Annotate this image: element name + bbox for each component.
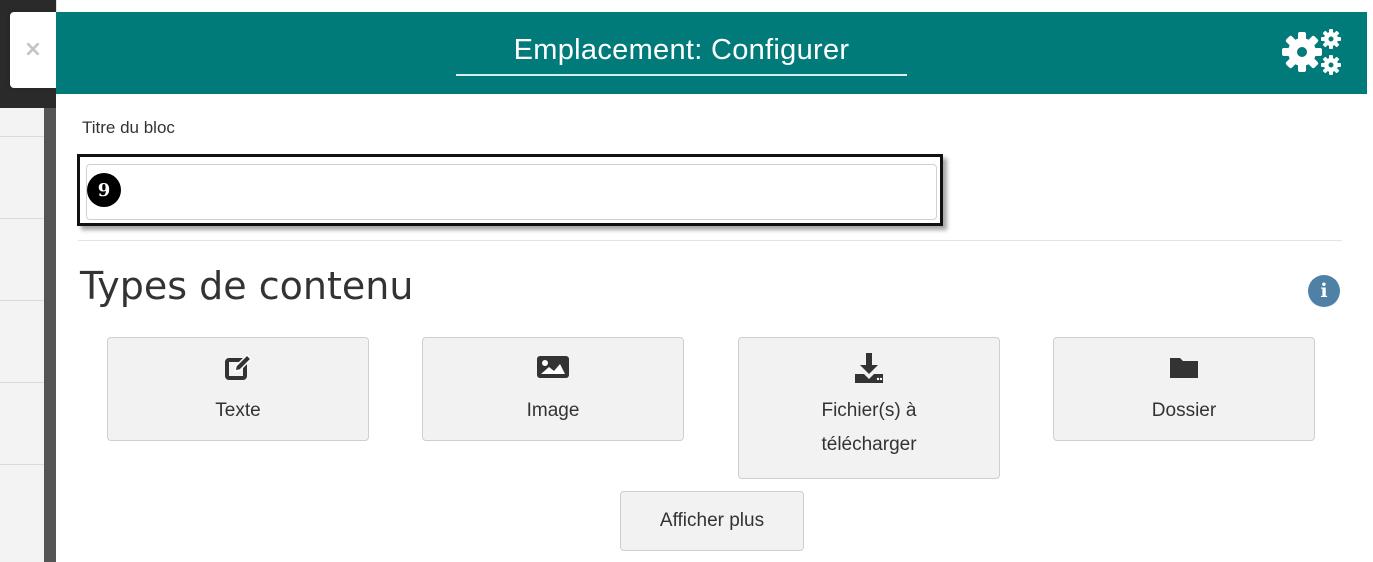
edit-icon: [225, 353, 253, 380]
info-icon[interactable]: i: [1308, 275, 1340, 307]
gears-icon[interactable]: [1282, 27, 1344, 77]
show-more-button[interactable]: Afficher plus: [620, 491, 804, 551]
background-divider: [0, 300, 44, 301]
section-divider: [78, 240, 1342, 241]
background-rail: [44, 108, 56, 562]
input-highlight-frame: 9: [77, 154, 943, 226]
title-underline: [456, 74, 907, 76]
tile-label: Dossier: [1151, 400, 1217, 421]
tile-label: Texte: [215, 400, 261, 421]
block-title-input[interactable]: [86, 164, 937, 220]
background-divider: [0, 382, 44, 383]
tile-label: Fichier(s) à télécharger: [821, 400, 917, 455]
content-type-folder-button[interactable]: Dossier: [1053, 337, 1315, 441]
modal-title: Emplacement: Configurer: [513, 34, 850, 66]
step-badge: 9: [87, 173, 121, 207]
folder-icon: [1170, 358, 1198, 378]
background-divider: [0, 136, 44, 137]
background-divider: [0, 218, 44, 219]
image-icon: [537, 356, 569, 378]
content-type-image-button[interactable]: Image: [422, 337, 684, 441]
close-icon: ×: [23, 37, 43, 62]
content-types-heading: Types de contenu: [80, 264, 414, 308]
download-icon: [855, 353, 883, 383]
block-title-label: Titre du bloc: [82, 118, 175, 137]
content-type-texte-button[interactable]: Texte: [107, 337, 369, 441]
modal-body: Titre du bloc 9 Types de contenu i Texte…: [56, 94, 1367, 562]
close-button[interactable]: ×: [10, 12, 56, 88]
background-divider: [0, 464, 44, 465]
tile-label: Image: [526, 400, 580, 421]
content-type-download-button[interactable]: Fichier(s) à télécharger: [738, 337, 1000, 479]
modal-header: Emplacement: Configurer: [56, 12, 1367, 94]
